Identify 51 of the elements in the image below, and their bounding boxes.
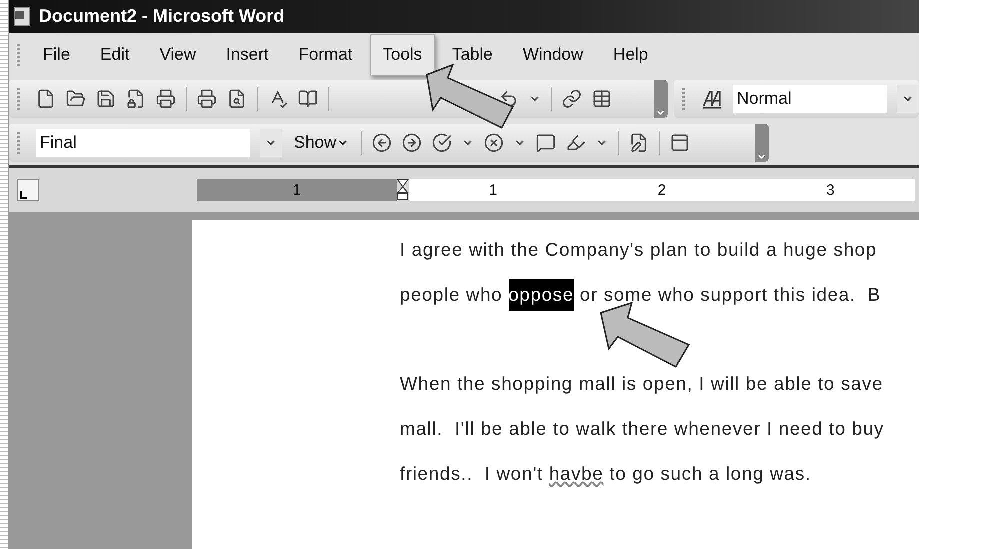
menu-item[interactable]: Format — [286, 34, 366, 76]
previous-change-icon[interactable] — [372, 133, 392, 153]
hyperlink-icon[interactable] — [562, 89, 582, 109]
permission-icon[interactable] — [126, 89, 146, 109]
folder-icon[interactable] — [66, 89, 86, 109]
table-icon[interactable] — [592, 89, 612, 109]
caret-icon — [656, 108, 666, 118]
tab-stop-button[interactable] — [17, 179, 39, 201]
left-tab-icon — [18, 190, 28, 200]
undo-icon[interactable] — [499, 89, 519, 109]
research-icon[interactable] — [298, 89, 318, 109]
menu-item[interactable]: Tools — [370, 34, 436, 76]
next-change-icon[interactable] — [402, 133, 422, 153]
ruler-number: 1 — [292, 182, 302, 198]
menu-item[interactable]: Help — [600, 34, 662, 76]
display-dropdown-button[interactable] — [260, 129, 282, 157]
window-title: Document2 - Microsoft Word — [39, 6, 285, 27]
reviewing-pane-icon[interactable] — [670, 133, 690, 153]
indent-marker-icon[interactable] — [397, 179, 409, 201]
text-line: friends.. I won't havbe to go such a long was. — [400, 462, 812, 486]
menu-item[interactable]: Edit — [87, 34, 143, 76]
text-line: I agree with the Company's plan to build a huge shop — [400, 238, 878, 262]
toolbar-options-button[interactable] — [755, 124, 769, 162]
styles-icon[interactable] — [701, 89, 723, 109]
style-dropdown-button[interactable] — [897, 85, 919, 113]
display-field[interactable]: Final — [36, 129, 250, 157]
show-button[interactable]: Show — [292, 133, 351, 153]
menu-item[interactable]: Insert — [213, 34, 282, 76]
reject-change-icon[interactable] — [484, 133, 504, 153]
highlight-icon[interactable] — [566, 133, 586, 153]
ruler-number: 1 — [489, 182, 498, 198]
toolbar-options-button[interactable] — [654, 80, 668, 118]
text-line: When the shopping mall is open, I will be able to save — [400, 372, 884, 396]
print-preview-icon[interactable] — [227, 89, 247, 109]
menu-item[interactable]: Table — [439, 34, 506, 76]
menu-item[interactable]: Window — [510, 34, 596, 76]
document-icon — [13, 6, 33, 26]
menu-item[interactable]: View — [146, 34, 210, 76]
comment-icon[interactable] — [536, 133, 556, 153]
ruler-number: 2 — [658, 182, 666, 198]
menu-item[interactable]: File — [30, 34, 84, 76]
text-line: people who oppose or some who support this idea. B — [400, 279, 919, 311]
save-icon[interactable] — [96, 89, 116, 109]
ruler-number: 3 — [826, 182, 835, 198]
track-changes-icon[interactable] — [628, 133, 649, 153]
accept-change-icon[interactable] — [432, 133, 452, 153]
new-document-icon[interactable] — [36, 89, 56, 109]
style-field[interactable]: Normal — [733, 85, 887, 113]
print-icon[interactable] — [197, 89, 217, 109]
caret-icon — [757, 152, 767, 162]
text-line: mall. I'll be able to walk there whenever I need to buy — [400, 417, 886, 441]
